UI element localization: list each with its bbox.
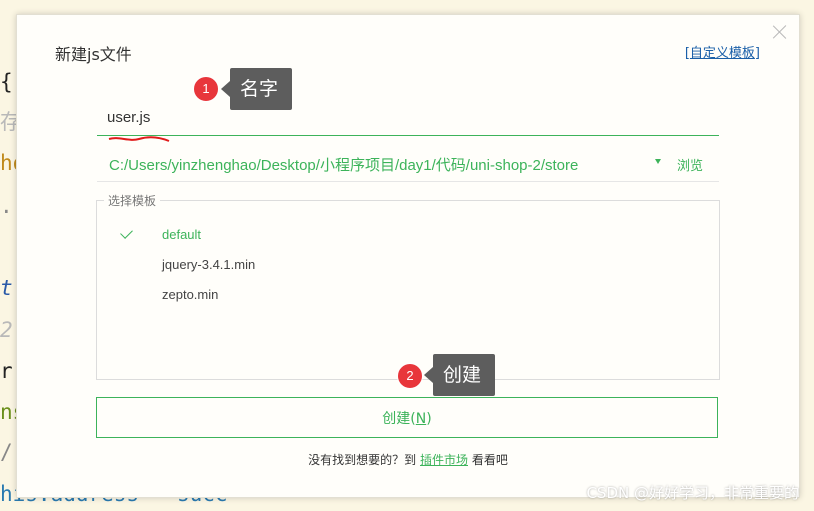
- dialog-title: 新建js文件: [55, 45, 132, 64]
- new-js-file-dialog: 新建js文件 [自定义模板] C:/Users/yinzhenghao/Desk…: [16, 14, 800, 498]
- custom-template-link-label[interactable]: 自定义模板: [690, 46, 755, 61]
- code-fragment: .: [0, 194, 13, 218]
- browse-button[interactable]: 浏览: [677, 155, 703, 174]
- file-name-input[interactable]: [107, 109, 667, 126]
- create-shortcut: N: [415, 410, 427, 427]
- close-icon[interactable]: [771, 23, 789, 41]
- template-group: 选择模板 default jquery-3.4.1.min zepto.min: [96, 192, 720, 380]
- template-item-default[interactable]: default: [162, 227, 201, 242]
- create-button-label: 创建: [382, 410, 411, 427]
- create-button[interactable]: 创建(N): [96, 397, 718, 438]
- csdn-watermark: CSDN @好好学习，非常重要的: [586, 484, 799, 502]
- annotation-callout-create: 创建: [423, 354, 496, 396]
- plugin-market-link[interactable]: 插件市场: [420, 453, 468, 467]
- code-fragment: t: [0, 276, 13, 300]
- check-icon: [120, 226, 133, 239]
- custom-template-link[interactable]: [自定义模板]: [685, 42, 760, 61]
- path-selector[interactable]: C:/Users/yinzhenghao/Desktop/小程序项目/day1/…: [97, 145, 719, 182]
- template-group-label: 选择模板: [104, 192, 161, 209]
- annotation-badge-1: 1: [193, 76, 219, 102]
- template-item-jquery[interactable]: jquery-3.4.1.min: [162, 257, 255, 272]
- code-fragment: /: [0, 440, 13, 464]
- footer-hint: 没有找到想要的？到 插件市场 看看吧: [17, 451, 799, 468]
- red-underline-annotation: [108, 136, 170, 142]
- footer-suffix: 看看吧: [471, 453, 508, 467]
- code-fragment: {: [0, 70, 13, 94]
- annotation-callout-name: 名字: [220, 68, 293, 110]
- path-value[interactable]: C:/Users/yinzhenghao/Desktop/小程序项目/day1/…: [109, 154, 578, 175]
- dropdown-arrow-icon[interactable]: [655, 159, 661, 164]
- footer-prefix: 没有找到想要的？到: [308, 453, 417, 467]
- template-item-zepto[interactable]: zepto.min: [162, 287, 218, 302]
- annotation-badge-2: 2: [397, 363, 423, 389]
- file-name-field[interactable]: [97, 101, 719, 136]
